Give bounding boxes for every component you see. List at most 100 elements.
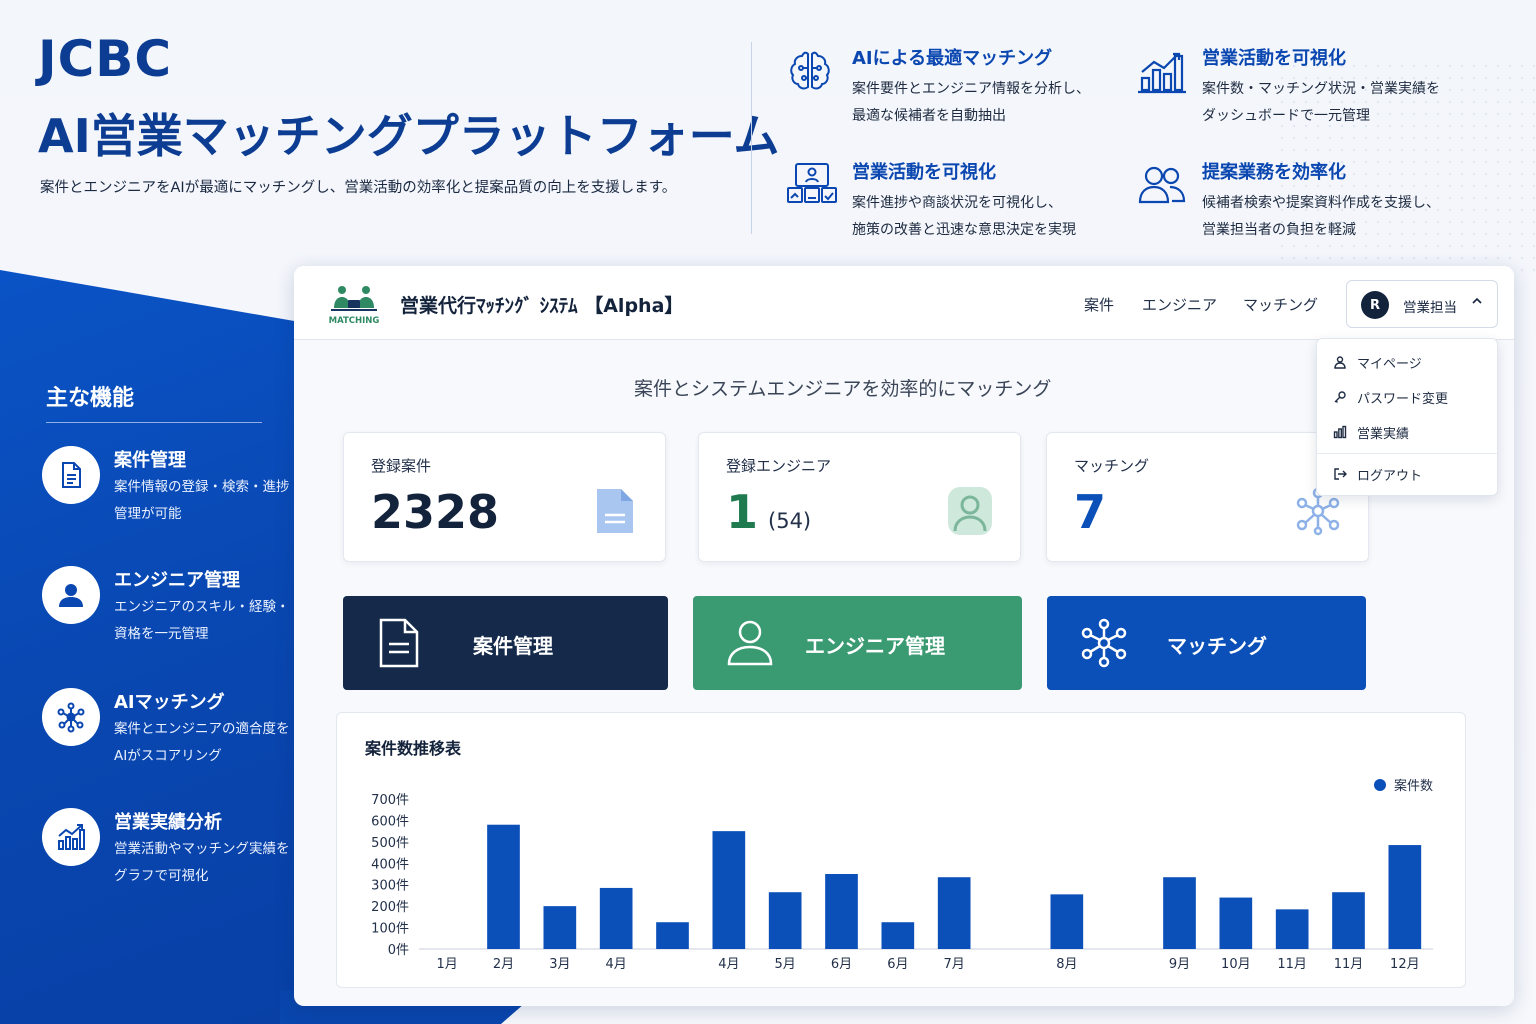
document-icon — [62, 462, 81, 488]
side-item-title: 案件管理 — [114, 450, 186, 471]
feature-title: 営業活動を可視化 — [852, 162, 996, 183]
stat-value: 1 (54) — [726, 485, 811, 539]
side-item-title: エンジニア管理 — [114, 570, 240, 591]
engineer-management-button[interactable]: エンジニア管理 — [693, 596, 1022, 690]
chevron-up-icon — [1471, 295, 1483, 310]
menu-item-label: パスワード変更 — [1357, 392, 1449, 407]
side-item-title: 営業実績分析 — [114, 812, 222, 833]
chart-bar — [487, 824, 520, 949]
side-item-analytics: 営業実績分析 営業活動やマッチング実績をグラフで可視化 — [42, 808, 300, 908]
feature-desc-line: 案件数・マッチング状況・営業実績を — [1202, 81, 1440, 97]
person-icon — [59, 584, 83, 607]
menu-item-password[interactable]: パスワード変更 — [1333, 386, 1493, 410]
stat-card-projects: 登録案件 2328 — [343, 432, 666, 562]
stat-value: 7 — [1074, 485, 1106, 539]
stat-subvalue: (54) — [768, 509, 812, 533]
menu-item-mypage[interactable]: マイページ — [1333, 351, 1493, 375]
side-item-ai-matching: AIマッチング 案件とエンジニアの適合度をAIがスコアリング — [42, 688, 300, 788]
side-item-desc: 案件情報の登録・検索・進捗管理が可能 — [114, 479, 290, 522]
menu-item-logout[interactable]: ログアウト — [1333, 463, 1493, 487]
user-icon — [1334, 356, 1346, 369]
feature-desc: 候補者検索や提案資料作成を支援し、 営業担当者の負担を軽減 — [1202, 190, 1440, 244]
side-item-desc: 営業活動やマッチング実績をグラフで可視化 — [114, 841, 290, 884]
feature-desc: 案件進捗や商談状況を可視化し、 施策の改善と迅速な意思決定を実現 — [852, 190, 1076, 244]
feature-desc-line: 候補者検索や提案資料作成を支援し、 — [1202, 195, 1440, 211]
chart-bar — [768, 892, 802, 949]
feature-desc-line: ダッシュボードで一元管理 — [1202, 108, 1370, 124]
app-window: MATCHING 営業代行ﾏｯﾁﾝｸﾞ ｼｽﾃﾑ 【Alpha】 案件 エンジニ… — [294, 266, 1514, 1006]
side-icon-circle — [42, 446, 100, 504]
stat-label: 登録エンジニア — [726, 457, 832, 475]
feature-desc-line: 営業担当者の負担を軽減 — [1202, 222, 1356, 238]
hero-divider — [751, 42, 752, 234]
side-icon-circle — [42, 808, 100, 866]
matching-logo[interactable]: MATCHING — [328, 280, 380, 328]
x-tick-label: 4月 — [606, 957, 627, 972]
page-tagline: 案件とシステムエンジニアを効率的にマッチング — [634, 378, 1052, 400]
y-tick-label: 100件 — [371, 922, 409, 937]
app-title: 営業代行ﾏｯﾁﾝｸﾞ ｼｽﾃﾑ 【Alpha】 — [400, 295, 684, 317]
menu-item-label: ログアウト — [1357, 469, 1423, 484]
x-tick-label: 2月 — [493, 957, 514, 972]
y-tick-label: 500件 — [371, 836, 409, 851]
user-menu-button[interactable]: R 営業担当 — [1346, 280, 1498, 328]
menu-item-performance[interactable]: 営業実績 — [1333, 421, 1493, 445]
y-tick-label: 300件 — [371, 879, 409, 894]
feature-desc-line: 案件要件とエンジニア情報を分析し、 — [852, 81, 1090, 97]
stat-number: 2328 — [371, 485, 500, 539]
feature-progress: 営業活動を可視化 案件進捗や商談状況を可視化し、 施策の改善と迅速な意思決定を実… — [784, 158, 1124, 248]
y-tick-label: 400件 — [371, 857, 409, 872]
x-tick-label: 5月 — [775, 957, 796, 972]
network-icon — [1081, 618, 1127, 668]
x-tick-label: 12月 — [1390, 957, 1420, 972]
y-tick-label: 700件 — [371, 793, 409, 808]
x-tick-label: 7月 — [944, 957, 965, 972]
menu-divider — [1317, 453, 1499, 454]
action-label: エンジニア管理 — [805, 634, 945, 658]
y-tick-label: 200件 — [371, 900, 409, 915]
user-name: 営業担当 — [1403, 300, 1457, 316]
stat-number: 1 — [726, 485, 759, 539]
document-icon — [379, 618, 419, 668]
x-tick-label: 9月 — [1169, 957, 1190, 972]
nav-link-projects[interactable]: 案件 — [1084, 294, 1114, 315]
stat-value: 2328 — [371, 485, 499, 539]
x-tick-label: 1月 — [437, 957, 458, 972]
chart-bar — [937, 877, 971, 949]
x-tick-label: 8月 — [1056, 957, 1077, 972]
x-tick-label: 3月 — [549, 957, 570, 972]
y-tick-label: 0件 — [388, 943, 409, 958]
side-item-projects: 案件管理 案件情報の登録・検索・進捗管理が可能 — [42, 446, 300, 546]
feature-desc-line: 案件進捗や商談状況を可視化し、 — [852, 195, 1062, 211]
document-icon — [597, 489, 633, 533]
feature-title: AIによる最適マッチング — [852, 48, 1053, 69]
side-item-title: AIマッチング — [114, 692, 225, 713]
chart-bar — [1219, 897, 1253, 949]
chart-icon — [1333, 425, 1347, 439]
matching-button[interactable]: マッチング — [1047, 596, 1366, 690]
stat-number: 7 — [1074, 485, 1107, 539]
menu-item-label: 営業実績 — [1357, 427, 1410, 442]
chart-bar — [825, 874, 858, 949]
nav-link-engineers[interactable]: エンジニア — [1142, 294, 1217, 315]
y-tick-label: 600件 — [371, 814, 409, 829]
person-icon — [948, 487, 992, 535]
chart-bar — [656, 922, 689, 949]
nav-link-matching[interactable]: マッチング — [1243, 294, 1318, 315]
analytics-icon — [58, 824, 85, 850]
side-item-engineers: エンジニア管理 エンジニアのスキル・経験・資格を一元管理 — [42, 566, 300, 666]
user-dropdown-menu: マイページ パスワード変更 営業実績 ログアウト — [1316, 338, 1499, 496]
action-label: 案件管理 — [473, 634, 553, 658]
action-label: マッチング — [1167, 634, 1267, 658]
x-tick-label: 6月 — [831, 957, 852, 972]
x-tick-label: 4月 — [718, 957, 739, 972]
key-icon — [1334, 391, 1346, 403]
chart-bar — [1275, 909, 1309, 949]
bar-chart-icon — [1138, 52, 1186, 94]
project-management-button[interactable]: 案件管理 — [343, 596, 668, 690]
project-trend-chart-card: 案件数推移表 案件数 0件 100件 200件 300件 400件 500件 600件 700… — [336, 712, 1466, 988]
feature-title: 営業活動を可視化 — [1202, 48, 1346, 69]
brain-icon — [790, 51, 830, 90]
x-tick-label: 11月 — [1334, 957, 1364, 972]
feature-desc-line: 最適な候補者を自動抽出 — [852, 108, 1006, 124]
